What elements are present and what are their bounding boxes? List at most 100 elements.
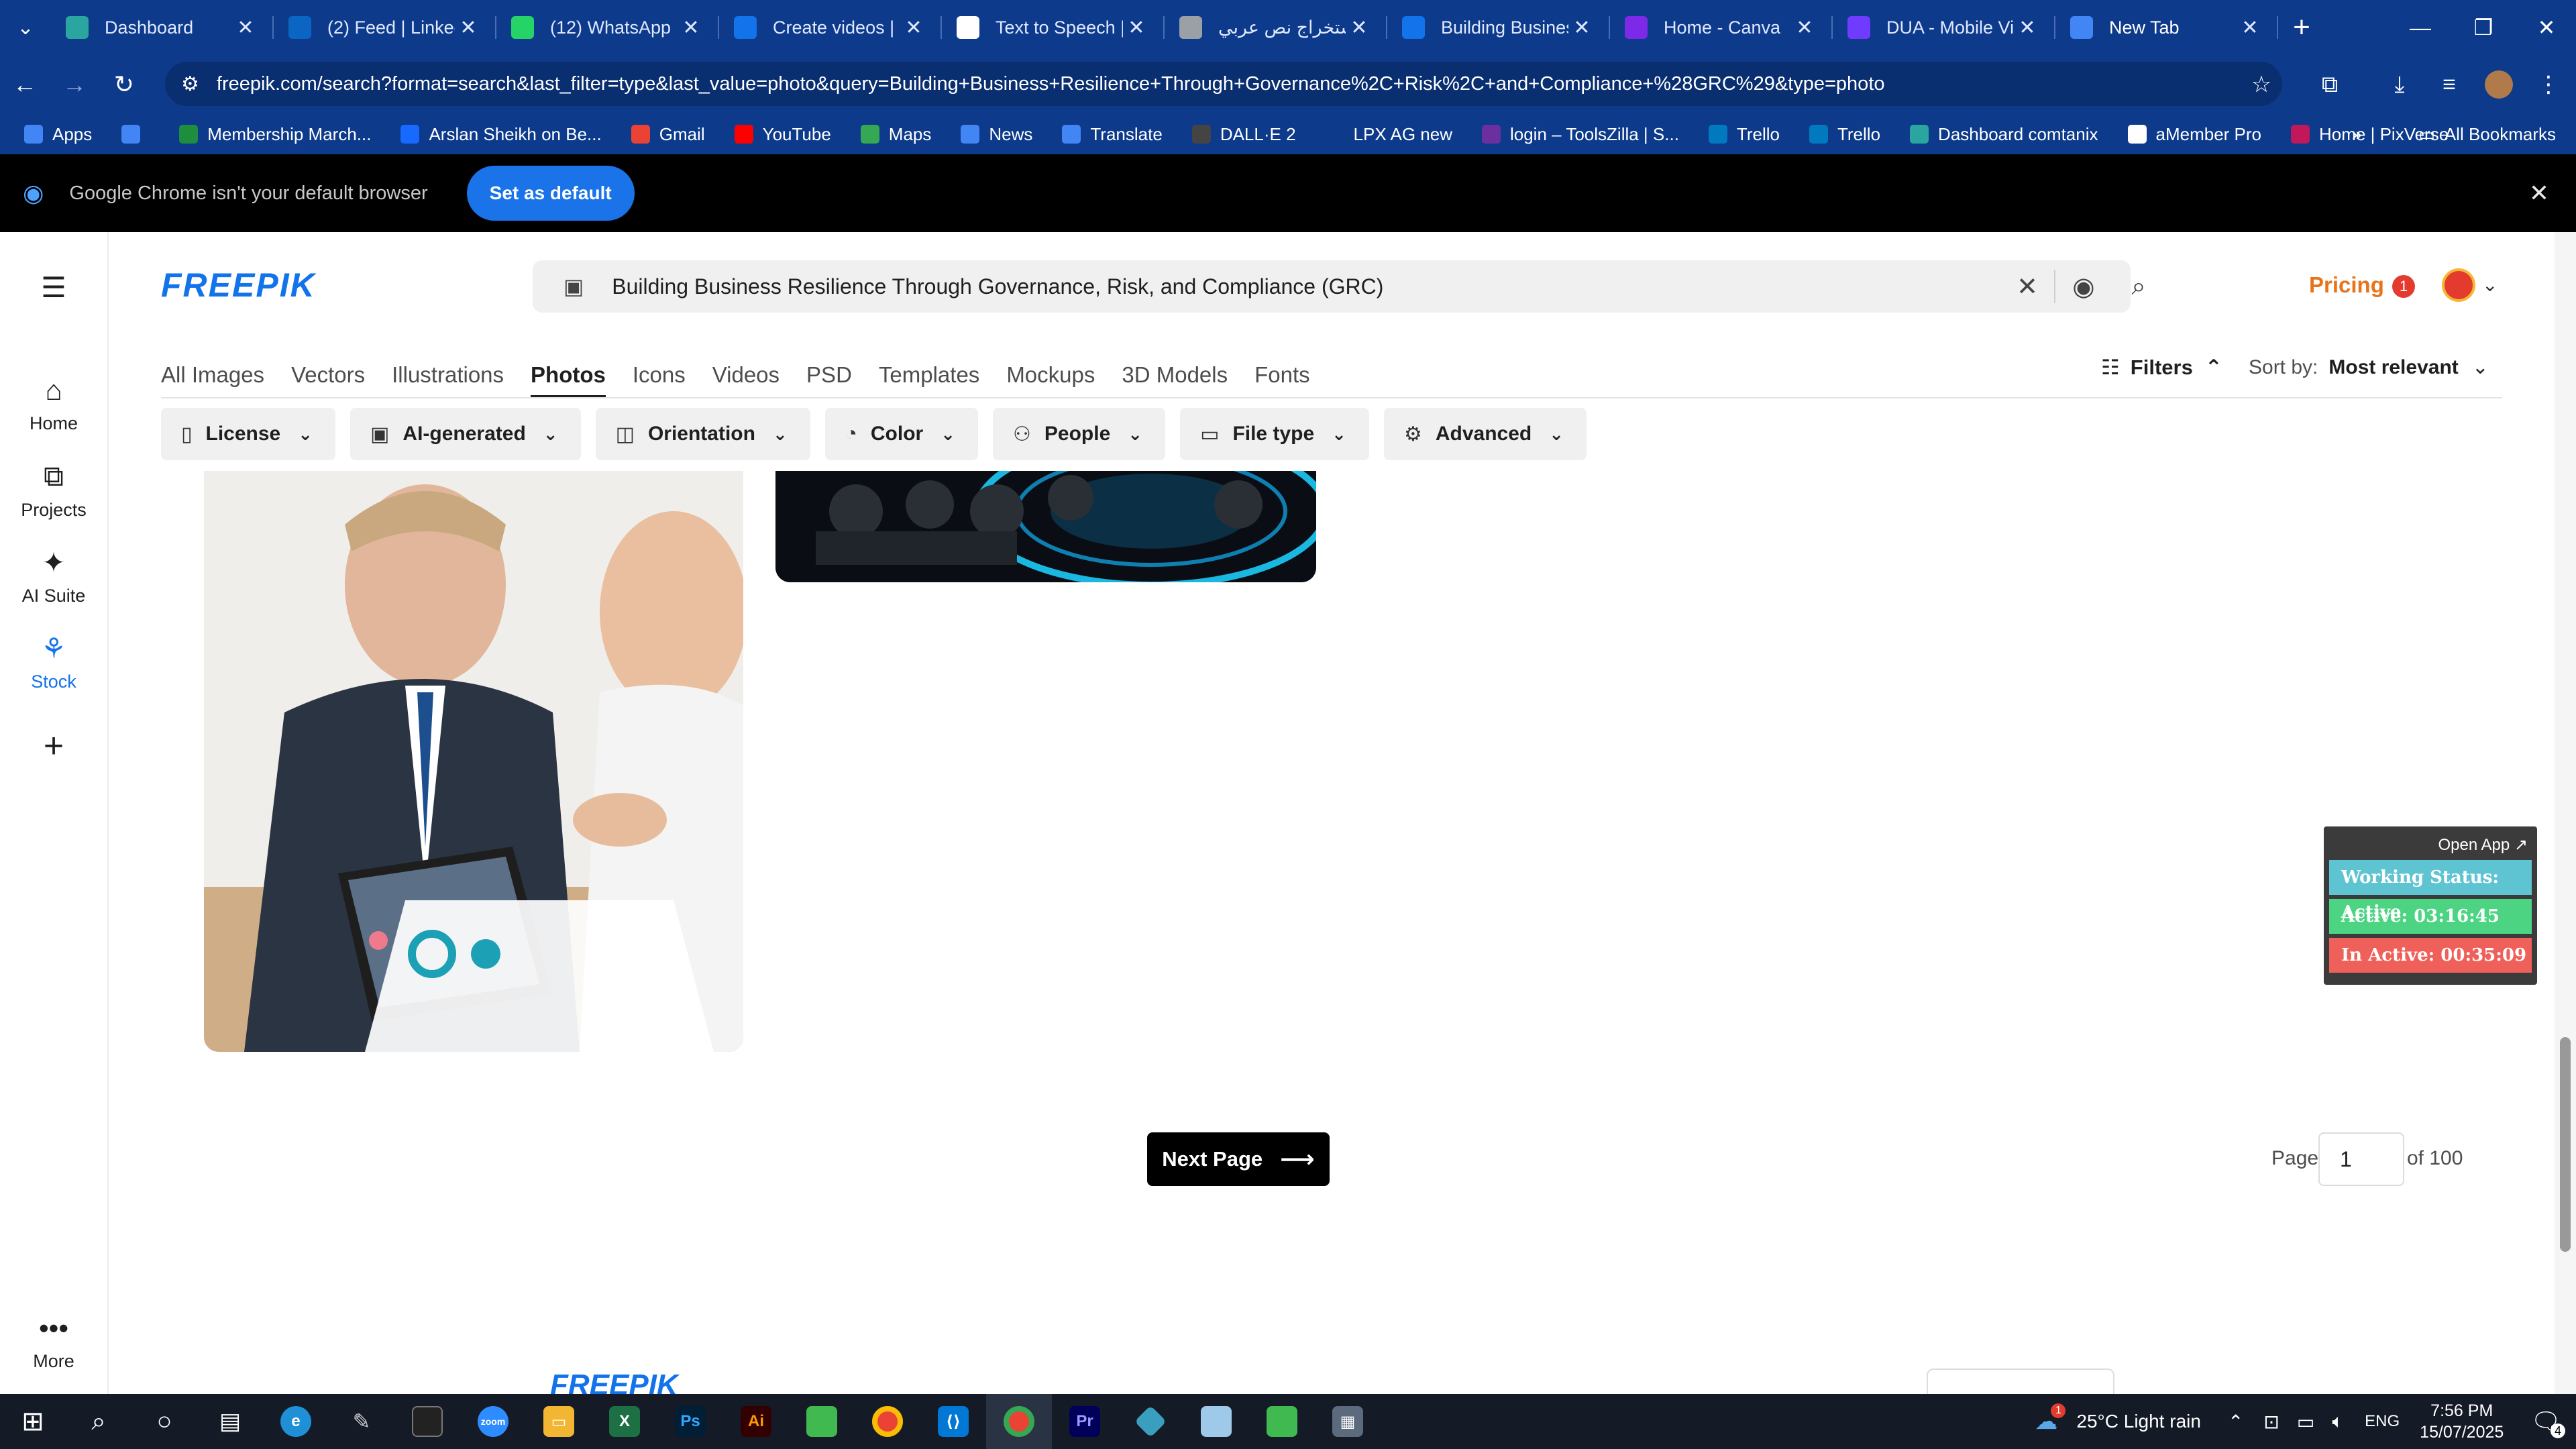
category-tab[interactable]: Illustrations: [392, 352, 504, 398]
tab-search-icon[interactable]: ⌄: [0, 0, 51, 55]
bookmark-item[interactable]: Membership March...: [179, 124, 371, 145]
category-tab[interactable]: PSD: [806, 352, 852, 398]
result-image-business-meeting[interactable]: [204, 471, 743, 1052]
illustrator-icon[interactable]: Ai: [723, 1394, 789, 1449]
category-tab[interactable]: Fonts: [1254, 352, 1310, 398]
green-app-2-icon[interactable]: [1249, 1394, 1315, 1449]
category-tab[interactable]: Photos: [531, 352, 606, 398]
filter-chip[interactable]: ▣ AI-generated ⌄: [350, 408, 581, 460]
calculator-icon[interactable]: ▦: [1315, 1394, 1381, 1449]
tray-device-icon[interactable]: ⊡: [2263, 1411, 2279, 1433]
tab-close-icon[interactable]: ✕: [1568, 16, 1595, 40]
photoshop-icon[interactable]: Ps: [657, 1394, 723, 1449]
weather-text[interactable]: 25°C Light rain: [2076, 1411, 2201, 1432]
media-icon[interactable]: ≡: [2426, 55, 2473, 114]
chrome-active-icon[interactable]: [986, 1394, 1052, 1449]
bookmark-item[interactable]: Maps: [860, 124, 931, 145]
category-tab[interactable]: Vectors: [291, 352, 365, 398]
set-as-default-button[interactable]: Set as default: [466, 166, 635, 221]
back-icon[interactable]: ←: [0, 70, 50, 99]
browser-tab[interactable]: Home - Canva ✕: [1610, 0, 1833, 55]
tab-close-icon[interactable]: ✕: [678, 16, 704, 40]
url-field[interactable]: ⚙ freepik.com/search?format=search&last_…: [165, 62, 2282, 106]
browser-tab[interactable]: Building Business✕: [1387, 0, 1610, 55]
rail-item-projects[interactable]: ⧉ Projects: [0, 460, 107, 521]
filter-chip[interactable]: ▭ File type ⌄: [1180, 408, 1369, 460]
notification-badge[interactable]: 1: [2392, 275, 2415, 298]
category-tab[interactable]: 3D Models: [1122, 352, 1228, 398]
category-tab[interactable]: Templates: [879, 352, 979, 398]
close-window-button[interactable]: ✕: [2509, 0, 2576, 55]
tab-close-icon[interactable]: ✕: [1123, 16, 1150, 40]
all-bookmarks[interactable]: ▭ All Bookmarks: [2418, 114, 2556, 154]
bookmark-star-icon[interactable]: ☆: [2238, 55, 2285, 114]
forward-icon[interactable]: →: [50, 70, 99, 99]
tab-close-icon[interactable]: ✕: [2014, 16, 2041, 40]
result-image-tech-meeting[interactable]: [775, 471, 1316, 582]
extensions-icon[interactable]: ⧉: [2306, 55, 2353, 114]
image-type-icon[interactable]: ▣: [564, 274, 584, 299]
bookmark-item[interactable]: aMember Pro: [2127, 124, 2261, 145]
reload-icon[interactable]: ↻: [99, 70, 149, 99]
filter-chip[interactable]: ⚇ People ⌄: [993, 408, 1166, 460]
infobar-close-icon[interactable]: ✕: [2529, 179, 2549, 207]
sort-dropdown[interactable]: Sort by: Most relevant ⌄: [2249, 356, 2489, 379]
search-query[interactable]: Building Business Resilience Through Gov…: [612, 274, 1383, 299]
tab-close-icon[interactable]: ✕: [232, 16, 259, 40]
category-tab[interactable]: All Images: [161, 352, 264, 398]
bookmark-item[interactable]: DALL·E 2: [1191, 124, 1296, 145]
rail-menu-icon[interactable]: ☰: [0, 271, 107, 311]
search-icon[interactable]: ⌕: [2112, 260, 2165, 313]
browser-tab[interactable]: استخراج نص عربي✕: [1165, 0, 1387, 55]
category-tab[interactable]: Videos: [712, 352, 780, 398]
bookmark-item[interactable]: YouTube: [734, 124, 831, 145]
browser-tab[interactable]: Text to Speech | E✕: [942, 0, 1165, 55]
start-icon[interactable]: ⊞: [0, 1394, 66, 1449]
language-selector[interactable]: [1927, 1368, 2114, 1395]
bookmark-item[interactable]: News: [961, 124, 1032, 145]
terminal-icon[interactable]: [394, 1394, 460, 1449]
open-app-link[interactable]: Open App ↗: [2328, 830, 2533, 860]
site-info-icon[interactable]: ⚙: [181, 72, 199, 96]
language-indicator[interactable]: ENG: [2365, 1412, 2400, 1431]
bookmark-item[interactable]: Trello: [1708, 124, 1780, 145]
zoom-icon[interactable]: zoom: [460, 1394, 526, 1449]
scrollbar-thumb[interactable]: [2560, 1037, 2571, 1252]
pen-tool-icon[interactable]: ✎: [329, 1394, 394, 1449]
clock[interactable]: 7:56 PM 15/07/2025: [2420, 1400, 2504, 1443]
taskbar-search-icon[interactable]: ⌕: [66, 1394, 131, 1449]
rail-item-more[interactable]: ••• More: [0, 1312, 107, 1372]
freepik-logo[interactable]: FREEPIK: [161, 266, 316, 305]
tray-chevron-up-icon[interactable]: ⌃: [2228, 1411, 2243, 1433]
filters-toggle[interactable]: ☷ Filters ⌃: [2101, 356, 2222, 380]
rail-item-ai-suite[interactable]: ✦ AI Suite: [0, 546, 107, 606]
bookmark-item[interactable]: login – ToolsZilla | S...: [1481, 124, 1679, 145]
category-tab[interactable]: Icons: [633, 352, 686, 398]
edge-icon[interactable]: e: [263, 1394, 329, 1449]
bookmark-item[interactable]: Arslan Sheikh on Be...: [400, 124, 602, 145]
tab-close-icon[interactable]: ✕: [2237, 16, 2263, 40]
pricing-link[interactable]: Pricing: [2309, 272, 2384, 298]
bookmark-item[interactable]: [121, 125, 150, 144]
browser-tab[interactable]: Dashboard ✕: [51, 0, 274, 55]
bookmark-item[interactable]: Trello: [1809, 124, 1880, 145]
filter-chip[interactable]: ⚙ Advanced ⌄: [1383, 408, 1587, 460]
bookmark-item[interactable]: Translate: [1062, 124, 1163, 145]
notes-icon[interactable]: [1183, 1394, 1249, 1449]
tab-close-icon[interactable]: ✕: [455, 16, 482, 40]
cortana-icon[interactable]: ○: [131, 1394, 197, 1449]
next-page-button[interactable]: Next Page ⟶: [1147, 1132, 1330, 1186]
rail-item-home[interactable]: ⌂ Home: [0, 374, 107, 434]
tab-close-icon[interactable]: ✕: [1791, 16, 1818, 40]
tab-close-icon[interactable]: ✕: [900, 16, 927, 40]
filter-chip[interactable]: ◔ Color ⌄: [824, 408, 978, 460]
bookmark-item[interactable]: Gmail: [631, 124, 705, 145]
vscode-icon[interactable]: ⟨⟩: [920, 1394, 986, 1449]
bookmark-item[interactable]: Apps: [24, 124, 92, 145]
browser-tab[interactable]: New Tab ✕: [2055, 0, 2278, 55]
app-diamond-icon[interactable]: [1118, 1394, 1183, 1449]
chrome-taskbar-icon[interactable]: [855, 1394, 920, 1449]
bookmarks-overflow-icon[interactable]: »: [2352, 124, 2361, 145]
page-number-input[interactable]: 1: [2318, 1132, 2404, 1186]
filter-chip[interactable]: ◫ Orientation ⌄: [595, 408, 810, 460]
